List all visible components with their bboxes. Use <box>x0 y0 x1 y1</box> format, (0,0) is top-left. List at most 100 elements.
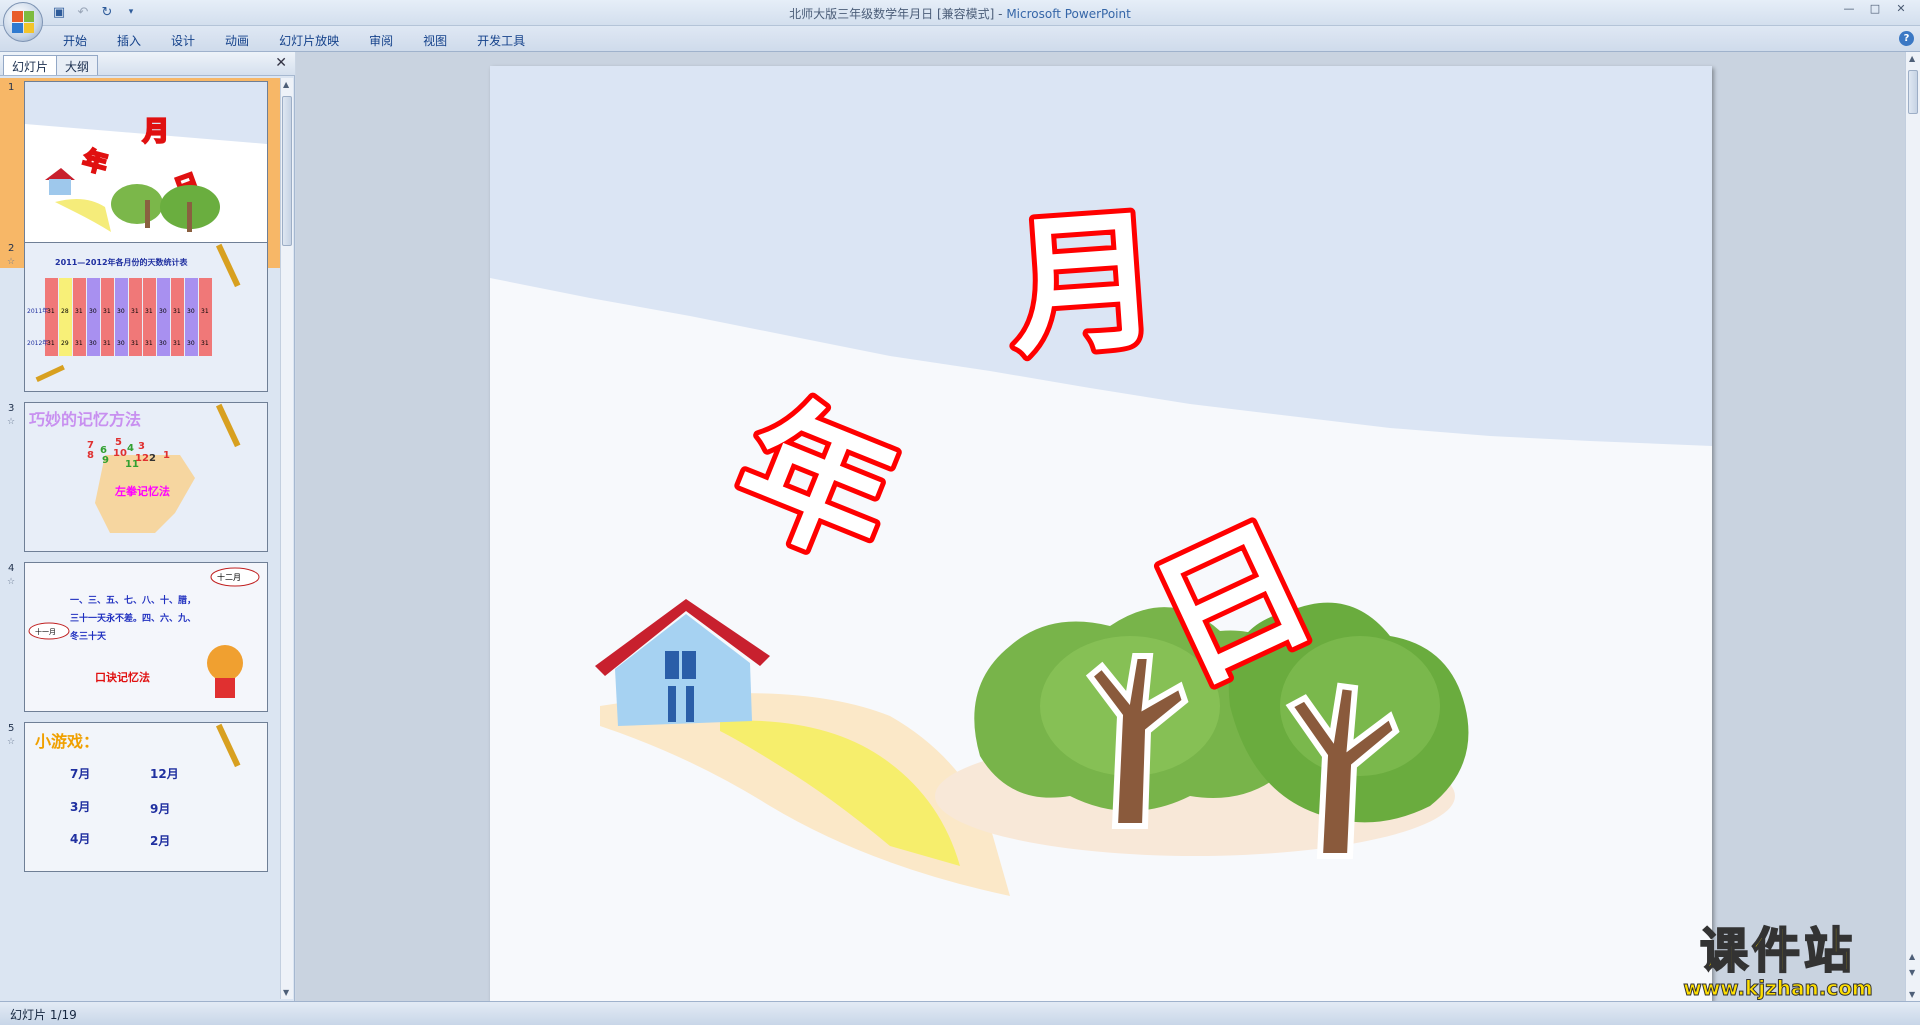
current-slide[interactable]: 月 年 日 <box>490 66 1712 1001</box>
tab-slide-show[interactable]: 幻灯片放映 <box>264 29 354 52</box>
thumb-3-number: 3 <box>138 441 145 452</box>
slide-thumbnail-2[interactable]: 2011—2012年各月份的天数统计表 31 31 28 29 31 31 30 30 31 31… <box>24 242 268 392</box>
document-name: 北师大版三年级数学年月日 [兼容模式] <box>789 7 995 21</box>
slide-number: 1 <box>8 82 15 93</box>
slide-char-year[interactable]: 年 <box>709 370 923 598</box>
thumb-3-number: 1 <box>163 450 170 461</box>
thumb-4-line-3: 冬三十天 <box>70 630 107 642</box>
thumb-2-cell: 31 <box>131 340 139 347</box>
thumb-4-bubble-1: 十二月 <box>217 572 241 582</box>
slide-3-preview: 巧妙的记忆方法 78 69510 411312 2 1 左拳记忆法 <box>25 403 267 551</box>
thumb-2-cell: 30 <box>117 340 125 347</box>
tab-developer[interactable]: 开发工具 <box>462 29 540 52</box>
thumb-2-cell: 30 <box>117 308 125 315</box>
scroll-down-icon[interactable]: ▼ <box>1909 990 1915 999</box>
scroll-thumb[interactable] <box>282 96 292 246</box>
close-icon[interactable]: ✕ <box>1890 2 1912 18</box>
slide-number: 3 <box>8 403 15 414</box>
thumb-2-cell: 30 <box>187 308 195 315</box>
office-button[interactable] <box>3 2 43 42</box>
thumb-2-cell: 31 <box>103 308 111 315</box>
maximize-icon[interactable]: □ <box>1864 2 1886 18</box>
thumb-2-cell: 31 <box>75 308 83 315</box>
slide-5-preview: 小游戏： 7月 12月 3月 9月 4月 2月 <box>25 723 267 871</box>
pane-tabs: 幻灯片 大纲 ✕ <box>0 52 295 76</box>
house-illustration <box>595 599 770 726</box>
watermark-logo: 课件站 www.kjzhan.com <box>1658 923 1898 1001</box>
slides-pane: 幻灯片 大纲 ✕ 1 月 年 日 <box>0 52 295 1001</box>
window-controls: — □ ✕ <box>1838 2 1912 18</box>
minimize-icon[interactable]: — <box>1838 2 1860 18</box>
thumb-3-number: 12 <box>135 453 149 464</box>
animation-star-icon: ☆ <box>7 417 16 427</box>
tab-review[interactable]: 审阅 <box>354 29 408 52</box>
animation-star-icon: ☆ <box>7 737 16 747</box>
next-slide-icon[interactable]: ▼ <box>1909 968 1915 977</box>
thumb-2-cell: 31 <box>201 340 209 347</box>
office-logo-icon <box>12 11 34 33</box>
slide-thumbnail-3[interactable]: 巧妙的记忆方法 7 8 6 9 5 10 4 11 3 12 2 1 左拳记忆法 <box>24 402 268 552</box>
scroll-down-icon[interactable]: ▼ <box>283 988 289 997</box>
thumb-2-cell: 31 <box>103 340 111 347</box>
thumb-2-cell: 31 <box>173 340 181 347</box>
tab-animations[interactable]: 动画 <box>210 29 264 52</box>
thumb-2-title: 2011—2012年各月份的天数统计表 <box>55 257 189 267</box>
thumb-2-cell: 30 <box>89 340 97 347</box>
thumb-5-month: 3月 <box>70 800 90 814</box>
thumb-2-cell: 31 <box>201 308 209 315</box>
thumb-3-label: 左拳记忆法 <box>114 484 170 498</box>
tab-design[interactable]: 设计 <box>156 29 210 52</box>
scroll-up-icon[interactable]: ▲ <box>283 80 289 89</box>
main-scrollbar[interactable]: ▲ ▲ ▼ ▼ <box>1905 52 1920 1001</box>
previous-slide-icon[interactable]: ▲ <box>1909 952 1915 961</box>
slide-4-preview: 十二月 十一月 一、三、五、七、八、十、腊， 三十一天永不差。四、六、九、 冬三… <box>25 563 267 711</box>
thumb-5-month: 9月 <box>150 802 170 816</box>
slide-1-preview: 月 年 日 <box>25 82 267 232</box>
thumb-2-cell: 31 <box>173 308 181 315</box>
slide-thumbnail-5[interactable]: 小游戏： 7月 12月 3月 9月 4月 2月 <box>24 722 268 872</box>
slide-canvas: 月 年 日 <box>490 66 1712 896</box>
tab-outline[interactable]: 大纲 <box>56 55 99 75</box>
scroll-up-icon[interactable]: ▲ <box>1909 54 1915 63</box>
ribbon-tabs: 开始 插入 设计 动画 幻灯片放映 审阅 视图 开发工具 <box>48 29 540 52</box>
thumb-2-cell: 31 <box>75 340 83 347</box>
thumb-5-month: 7月 <box>70 767 90 781</box>
watermark-cn: 课件站 <box>1699 923 1856 979</box>
animation-star-icon: ☆ <box>7 257 16 267</box>
slide-thumbnail-1[interactable]: 月 年 日 <box>24 81 268 264</box>
slide-thumbnail-4[interactable]: 十二月 十一月 一、三、五、七、八、十、腊， 三十一天永不差。四、六、九、 冬三… <box>24 562 268 712</box>
thumb-2-cell: 28 <box>61 308 69 315</box>
slide-2-preview: 2011—2012年各月份的天数统计表 31 31 28 29 31 31 30 30 31 31… <box>25 243 267 391</box>
slide-thumbnail-row-5[interactable]: 5 ☆ 小游戏： 7月 12月 3月 9月 4月 2月 <box>0 719 280 909</box>
animation-star-icon: ☆ <box>7 577 16 587</box>
app-name: Microsoft PowerPoint <box>1006 7 1131 21</box>
thumb-2-cell: 29 <box>61 340 69 347</box>
thumb-5-month: 12月 <box>150 767 179 781</box>
status-bar: 幻灯片 1/19 <box>0 1001 1920 1025</box>
thumb-2-cell: 30 <box>187 340 195 347</box>
slides-pane-scrollbar[interactable]: ▲ ▼ <box>280 78 293 999</box>
thumb-5-month: 4月 <box>70 832 90 846</box>
slide-number: 5 <box>8 723 15 734</box>
ribbon: 开始 插入 设计 动画 幻灯片放映 审阅 视图 开发工具 ? <box>0 26 1920 52</box>
title-bar: ▣ ↶ ↻ ▾ 北师大版三年级数学年月日 [兼容模式] - Microsoft … <box>0 0 1920 42</box>
thumb-3-number: 2 <box>149 453 156 464</box>
tab-insert[interactable]: 插入 <box>102 29 156 52</box>
thumb-char-month: 月 <box>142 117 169 147</box>
slide-number: 4 <box>8 563 15 574</box>
tab-home[interactable]: 开始 <box>48 29 102 52</box>
thumb-4-line-1: 一、三、五、七、八、十、腊， <box>70 594 196 606</box>
thumb-2-row-label-2: 2012年 <box>27 339 48 347</box>
tab-view[interactable]: 视图 <box>408 29 462 52</box>
close-pane-icon[interactable]: ✕ <box>275 55 287 71</box>
thumb-4-line-2: 三十一天永不差。四、六、九、 <box>70 612 196 624</box>
help-icon[interactable]: ? <box>1899 31 1914 46</box>
thumb-4-label: 口诀记忆法 <box>95 670 150 684</box>
tab-slides[interactable]: 幻灯片 <box>3 55 58 75</box>
scroll-thumb[interactable] <box>1908 70 1918 114</box>
thumb-3-title: 巧妙的记忆方法 <box>29 410 141 429</box>
slide-char-month[interactable]: 月 <box>999 188 1171 382</box>
thumb-3-number: 8 <box>87 450 94 461</box>
slide-number: 2 <box>8 243 15 254</box>
thumb-4-bubble-2: 十一月 <box>35 627 56 636</box>
